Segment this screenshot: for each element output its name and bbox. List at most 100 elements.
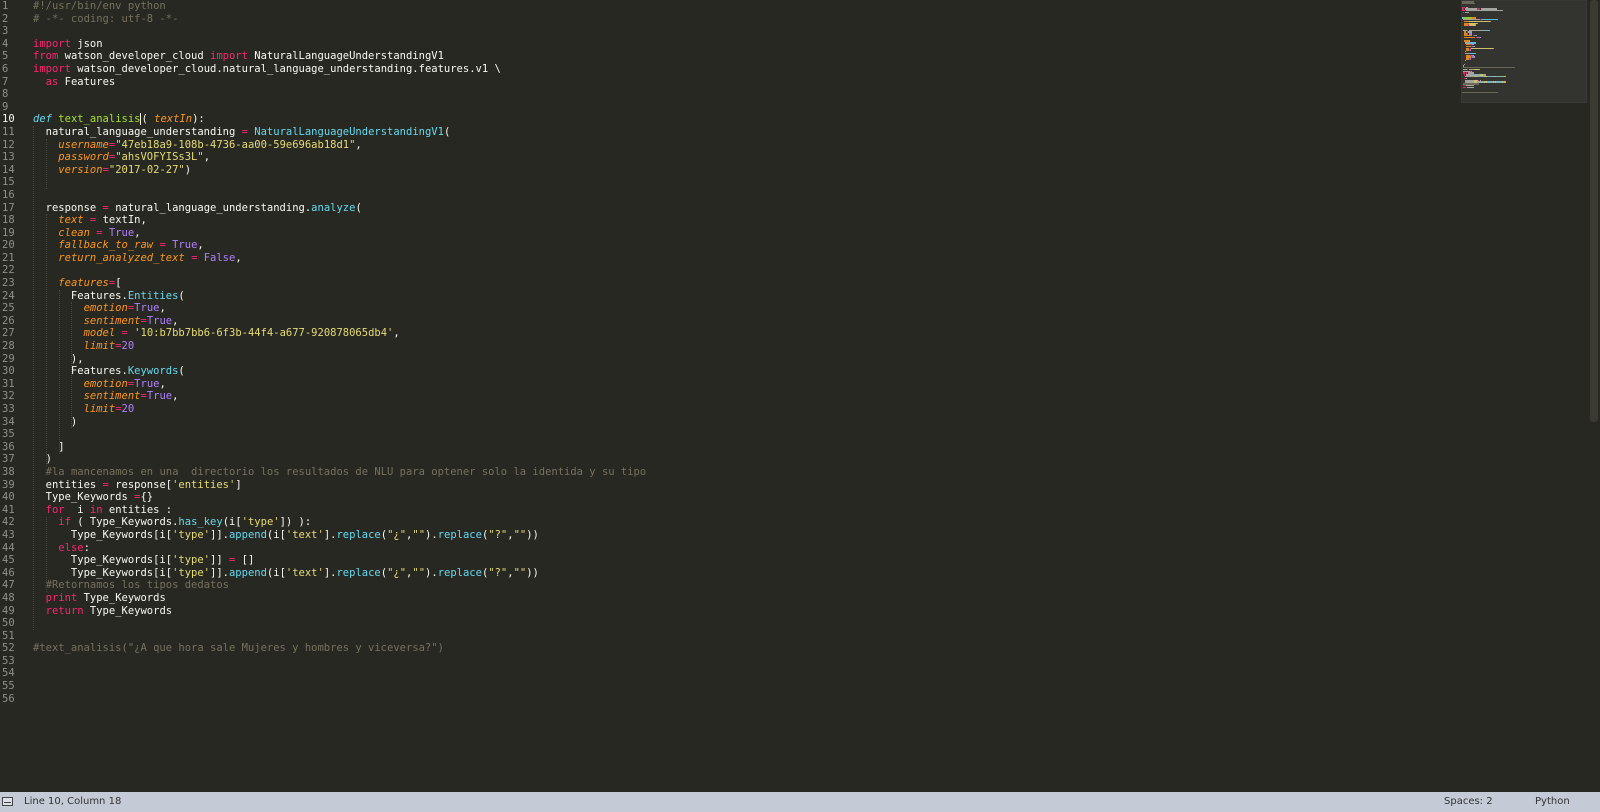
code-token: replace	[336, 566, 381, 579]
code-line[interactable]: Type_Keywords[i['type']].append(i['text'…	[33, 529, 1413, 542]
indentation-setting[interactable]: Spaces: 2	[1444, 792, 1493, 812]
line-number: 21	[2, 251, 15, 264]
code-token: ""	[412, 528, 426, 541]
code-line[interactable]: version="2017-02-27")	[33, 164, 1413, 177]
code-line[interactable]: #la mancenamos en una directorio los res…	[33, 466, 1413, 479]
code-line[interactable]: sentiment=True,	[33, 315, 1413, 328]
code-line[interactable]	[33, 88, 1413, 101]
code-token: 20	[121, 340, 135, 353]
code-line[interactable]: else:	[33, 542, 1413, 555]
code-line[interactable]: ]	[33, 441, 1413, 454]
code-line[interactable]: text = textIn,	[33, 214, 1413, 227]
code-token: replace	[336, 528, 381, 541]
code-token: "ahsVOFYISs3L"	[115, 151, 204, 164]
code-line[interactable]	[33, 264, 1413, 277]
code-line[interactable]: features=[	[33, 277, 1413, 290]
code-token: natural_language_understanding.	[108, 201, 312, 214]
code-line[interactable]: print Type_Keywords	[33, 592, 1413, 605]
code-line[interactable]	[33, 101, 1413, 114]
code-token: has_key	[178, 516, 223, 529]
code-line[interactable]: password="ahsVOFYISs3L",	[33, 151, 1413, 164]
code-line[interactable]	[33, 655, 1413, 668]
code-line[interactable]: emotion=True,	[33, 302, 1413, 315]
code-line[interactable]: )	[33, 416, 1413, 429]
code-line[interactable]: import watson_developer_cloud.natural_la…	[33, 63, 1413, 76]
code-area[interactable]: #!/usr/bin/env python # -*- coding: utf-8…	[33, 0, 1413, 705]
line-number: 23	[2, 277, 15, 290]
code-line[interactable]: # -*- coding: utf-8 -*-	[33, 13, 1413, 26]
code-token: True	[134, 377, 160, 390]
code-token: import	[33, 62, 71, 75]
line-number: 46	[2, 566, 15, 579]
code-line[interactable]: #Retornamos los tipos dedatos	[33, 579, 1413, 592]
code-token: sentiment	[83, 390, 141, 403]
code-token: ))	[526, 566, 539, 579]
code-line[interactable]: Type_Keywords[i['type']].append(i['text'…	[33, 567, 1413, 580]
syntax-selector[interactable]: Python	[1535, 792, 1570, 812]
code-line[interactable]	[33, 693, 1413, 706]
code-line[interactable]	[33, 428, 1413, 441]
vertical-scrollbar[interactable]	[1590, 0, 1598, 422]
code-token: ].	[323, 528, 337, 541]
line-number: 12	[2, 138, 15, 151]
code-token: append	[228, 528, 267, 541]
code-token: (i[	[266, 566, 286, 579]
minimap[interactable]	[1461, 0, 1587, 103]
code-line[interactable]	[33, 617, 1413, 630]
code-token: []	[235, 554, 255, 567]
line-number: 51	[2, 629, 15, 642]
code-line[interactable]: for i in entities :	[33, 504, 1413, 517]
code-line[interactable]: model = '10:b7bb7bb6-6f3b-44f4-a677-9208…	[33, 327, 1413, 340]
code-line[interactable]: if ( Type_Keywords.has_key(i['type']) ):	[33, 516, 1413, 529]
code-line[interactable]: #!/usr/bin/env python	[33, 0, 1413, 13]
code-line[interactable]	[33, 189, 1413, 202]
code-line[interactable]: from watson_developer_cloud import Natur…	[33, 50, 1413, 63]
code-token: append	[228, 566, 267, 579]
code-line[interactable]: return Type_Keywords	[33, 605, 1413, 618]
line-number: 7	[2, 75, 9, 88]
code-line[interactable]: natural_language_understanding = Natural…	[33, 126, 1413, 139]
code-line[interactable]: Features.Entities(	[33, 290, 1413, 303]
code-line[interactable]: fallback_to_raw = True,	[33, 239, 1413, 252]
code-line[interactable]: clean = True,	[33, 227, 1413, 240]
line-number: 50	[2, 617, 15, 630]
code-line[interactable]	[33, 176, 1413, 189]
line-number: 39	[2, 478, 15, 491]
code-line[interactable]: Type_Keywords ={}	[33, 491, 1413, 504]
code-line[interactable]: #text_analisis("¿A que hora sale Mujeres…	[33, 642, 1413, 655]
code-line[interactable]	[33, 630, 1413, 643]
code-line[interactable]: def text_analisis( textIn):	[33, 113, 1413, 126]
code-line[interactable]: return_analyzed_text = False,	[33, 252, 1413, 265]
editor[interactable]: 1 2 3 4 5 6 7 8 9 10 11 12 13 14 15 16 17 18 19 20 21 22 23 24 2…	[0, 0, 1600, 792]
code-line[interactable]: sentiment=True,	[33, 390, 1413, 403]
code-line[interactable]	[33, 25, 1413, 38]
code-line[interactable]: emotion=True,	[33, 378, 1413, 391]
line-number: 55	[2, 680, 15, 693]
code-token: text_analisis	[58, 113, 141, 126]
code-line[interactable]: Type_Keywords[i['type']] = []	[33, 554, 1413, 567]
code-token: import	[33, 37, 71, 50]
line-number: 32	[2, 390, 15, 403]
code-line[interactable]: response = natural_language_understandin…	[33, 202, 1413, 215]
line-number: 34	[2, 415, 15, 428]
code-token: True	[108, 226, 135, 239]
code-token: watson_developer_cloud.natural_language_…	[70, 62, 501, 75]
code-token: ,	[235, 251, 242, 264]
code-line[interactable]: as Features	[33, 76, 1413, 89]
code-line[interactable]: Features.Keywords(	[33, 365, 1413, 378]
code-line[interactable]: ),	[33, 353, 1413, 366]
code-token: True	[146, 314, 173, 327]
line-number: 27	[2, 327, 15, 340]
panel-toggle-icon[interactable]	[2, 797, 13, 806]
code-line[interactable]	[33, 667, 1413, 680]
code-line[interactable]: entities = response['entities']	[33, 479, 1413, 492]
code-line[interactable]: limit=20	[33, 340, 1413, 353]
code-token: #la mancenamos en una directorio los res…	[45, 465, 647, 478]
code-line[interactable]: username="47eb18a9-108b-4736-aa00-59e696…	[33, 139, 1413, 152]
code-line[interactable]: )	[33, 453, 1413, 466]
code-line[interactable]	[33, 680, 1413, 693]
code-line[interactable]: import json	[33, 38, 1413, 51]
code-line[interactable]: limit=20	[33, 403, 1413, 416]
code-token: Keywords	[127, 365, 179, 378]
